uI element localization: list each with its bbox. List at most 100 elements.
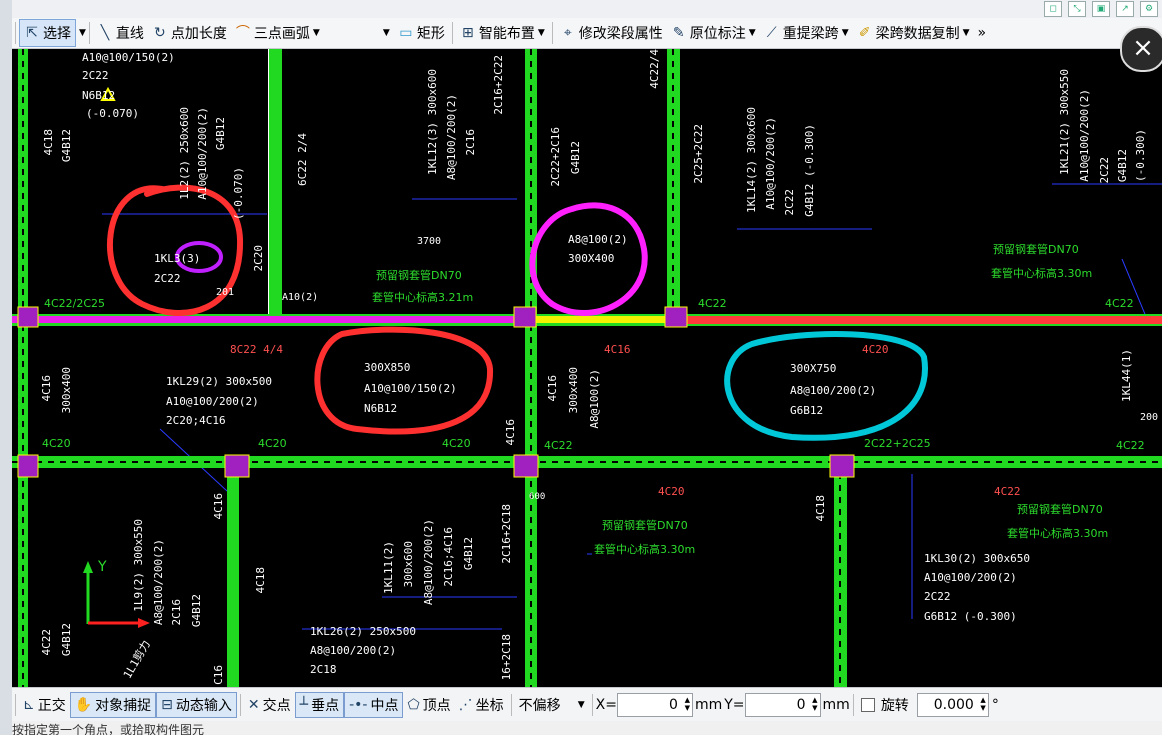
beam-note[interactable]: (-0.070) bbox=[86, 107, 139, 120]
line-button[interactable]: ╲ 直线 bbox=[93, 20, 148, 46]
beam-note[interactable]: 1KL29(2) 300x500 bbox=[166, 375, 272, 388]
beam-note[interactable]: 4C20 bbox=[658, 485, 685, 498]
beam-note[interactable]: 4C18 bbox=[254, 567, 267, 594]
x-spinner-icon[interactable]: ▲ ▼ bbox=[685, 696, 690, 712]
beam-note[interactable]: 4C22 bbox=[544, 439, 573, 452]
arc-button[interactable]: ⌒ 三点画弧 ▼ bbox=[231, 20, 324, 46]
restore-icon[interactable]: ◻ bbox=[1044, 1, 1062, 17]
beam-note[interactable]: 2C16 bbox=[170, 599, 183, 626]
sleeve-note[interactable]: 预留钢套管DN70 bbox=[993, 243, 1079, 256]
beam-note[interactable]: 300X750 bbox=[790, 362, 836, 375]
in-situ-button[interactable]: ✎ 原位标注 ▼ bbox=[667, 20, 760, 46]
beam-note[interactable]: 1L9(2) 300x550 bbox=[132, 519, 145, 612]
beam-note[interactable]: (-0.070) bbox=[232, 167, 245, 220]
beam-note[interactable]: A10@100/200(2) bbox=[764, 117, 777, 210]
beam-note[interactable]: A8@100(2) bbox=[588, 369, 601, 429]
beam-note[interactable]: 4C16 bbox=[40, 375, 53, 402]
beam-note[interactable]: 2C22 bbox=[154, 272, 181, 285]
beam-note[interactable]: A8@100/200(2) bbox=[445, 94, 458, 180]
beam-note[interactable]: G6B12 bbox=[790, 404, 823, 417]
beam-note[interactable]: 4C16 bbox=[212, 493, 225, 520]
save-icon[interactable]: ▣ bbox=[1092, 1, 1110, 17]
midpoint-snap[interactable]: -•- 中点 bbox=[344, 692, 404, 718]
beam-note[interactable]: 2C25+2C22 bbox=[692, 124, 705, 184]
beam-note[interactable]: 4C22 bbox=[994, 485, 1021, 498]
sleeve-note[interactable]: 预留钢套管DN70 bbox=[376, 269, 462, 282]
beam-note[interactable]: G4B12 bbox=[60, 129, 73, 162]
beam-note[interactable]: 2C16;4C16 bbox=[442, 527, 455, 587]
beam-note[interactable]: 4C18 bbox=[814, 495, 827, 522]
beam-note[interactable]: 1KL21(2) 300x550 bbox=[1058, 69, 1071, 175]
beam-note[interactable]: 4C22 bbox=[1105, 297, 1134, 310]
dimension[interactable]: 600 bbox=[529, 491, 545, 504]
point-length-button[interactable]: ↻ 点加长度 bbox=[148, 20, 231, 46]
beam-note[interactable]: 2C22 bbox=[82, 69, 109, 82]
perpendicular-snap[interactable]: ┴ 垂点 bbox=[294, 692, 345, 718]
sleeve-note[interactable]: 套管中心标高3.30m bbox=[991, 267, 1092, 280]
rotate-input[interactable]: 0.000 ▲ ▼ bbox=[916, 693, 989, 717]
sleeve-note[interactable]: 预留钢套管DN70 bbox=[602, 519, 688, 532]
beam-note[interactable]: 2C22 bbox=[1098, 157, 1111, 184]
beam-note[interactable]: 6C22 2/4 bbox=[296, 133, 309, 186]
sleeve-note[interactable]: 预留钢套管DN70 bbox=[1017, 503, 1103, 516]
beam-note[interactable]: A10@100/200(2) bbox=[166, 395, 259, 408]
beam-note[interactable]: 1KL14(2) 300x600 bbox=[745, 107, 758, 213]
beam-note[interactable]: 4C22 bbox=[40, 629, 53, 656]
beam-note[interactable]: 2C20 bbox=[252, 245, 265, 272]
more-button[interactable]: » bbox=[974, 20, 991, 46]
beam-note[interactable]: 4C16 bbox=[546, 375, 559, 402]
beam-note[interactable]: 4C22/2C25 bbox=[44, 297, 105, 310]
intersect-snap[interactable]: ✕ 交点 bbox=[244, 693, 295, 717]
beam-note[interactable]: G4B12 bbox=[60, 623, 73, 656]
modify-beam-button[interactable]: ⌖ 修改梁段属性 bbox=[556, 20, 667, 46]
beam-note[interactable]: 2C22+2C16 bbox=[549, 127, 562, 187]
x-input[interactable]: 0 ▲ ▼ bbox=[616, 693, 693, 717]
beam-note[interactable]: 2C16 bbox=[464, 129, 477, 156]
export-icon[interactable]: ↗ bbox=[1116, 1, 1134, 17]
beam-note[interactable]: 1KL26(2) 250x500 bbox=[310, 625, 416, 638]
beam-note[interactable]: A10@100/150(2) bbox=[364, 382, 457, 395]
re-span-button[interactable]: ⟋ 重提梁跨 ▼ bbox=[760, 20, 853, 46]
arc-dropdown-icon[interactable]: ▼ bbox=[313, 28, 320, 38]
re-span-dropdown-icon[interactable]: ▼ bbox=[842, 28, 849, 38]
in-situ-dropdown-icon[interactable]: ▼ bbox=[749, 28, 756, 38]
beam-note[interactable]: A8@100/200(2) bbox=[152, 539, 165, 625]
sleeve-note[interactable]: 套管中心标高3.30m bbox=[594, 543, 695, 556]
beam-note[interactable]: 2C22 bbox=[783, 189, 796, 216]
beam-note[interactable]: 2C16+2C18 bbox=[500, 504, 513, 564]
beam-note[interactable]: 300X400 bbox=[568, 252, 614, 265]
beam-note[interactable]: A10@100/200(2) bbox=[1078, 89, 1091, 182]
beam-note[interactable]: C16 bbox=[212, 665, 225, 685]
dimension[interactable]: 200 bbox=[1140, 411, 1158, 424]
beam-note[interactable]: A8@100/200(2) bbox=[790, 384, 876, 397]
beam-note[interactable]: 1KL3(3) bbox=[154, 252, 200, 265]
rotate-spinner-icon[interactable]: ▲ ▼ bbox=[980, 696, 985, 712]
beam-note[interactable]: 2C22+2C25 bbox=[864, 437, 931, 450]
close-button[interactable]: × bbox=[1120, 26, 1162, 72]
beam-note[interactable]: 4C18 bbox=[42, 129, 55, 156]
beam-note[interactable]: 300x600 bbox=[402, 541, 415, 587]
beam-note[interactable]: N6B12 bbox=[364, 402, 397, 415]
beam-note[interactable]: A10@100/200(2) bbox=[924, 571, 1017, 584]
beam-note[interactable]: 2C22 bbox=[924, 590, 951, 603]
beam-note[interactable]: 1KL44(1) bbox=[1120, 349, 1133, 402]
beam-note[interactable]: A8@100/200(2) bbox=[422, 519, 435, 605]
beam-note[interactable]: 4C22 bbox=[1116, 439, 1145, 452]
beam-note[interactable]: 1KL12(3) 300x600 bbox=[426, 69, 439, 175]
beam-note[interactable]: 4C20 bbox=[862, 343, 889, 356]
beam-note[interactable]: G6B12 (-0.300) bbox=[924, 610, 1017, 623]
beam-note[interactable]: 300x400 bbox=[567, 367, 580, 413]
beam-note[interactable]: 201 bbox=[216, 286, 234, 299]
beam-note[interactable]: 1KL30(2) 300x650 bbox=[924, 552, 1030, 565]
select-dropdown-icon[interactable]: ▼ bbox=[79, 28, 86, 38]
ortho-toggle[interactable]: ⊾ 正交 bbox=[19, 693, 70, 717]
collapse-icon[interactable]: ⤡ bbox=[1068, 1, 1086, 17]
copy-span-button[interactable]: ✐ 梁跨数据复制 ▼ bbox=[853, 20, 974, 46]
beam-note[interactable]: N6B12 bbox=[82, 89, 115, 102]
beam-note[interactable]: 16+2C18 bbox=[500, 634, 513, 680]
beam-note[interactable]: G4B12 bbox=[1116, 149, 1129, 182]
beam-note[interactable]: A8@100/200(2) bbox=[310, 644, 396, 657]
y-input[interactable]: 0 ▲ ▼ bbox=[744, 693, 821, 717]
beam-note[interactable]: 2C18 bbox=[310, 663, 337, 676]
beam-note[interactable]: 8C22 4/4 bbox=[230, 343, 283, 356]
